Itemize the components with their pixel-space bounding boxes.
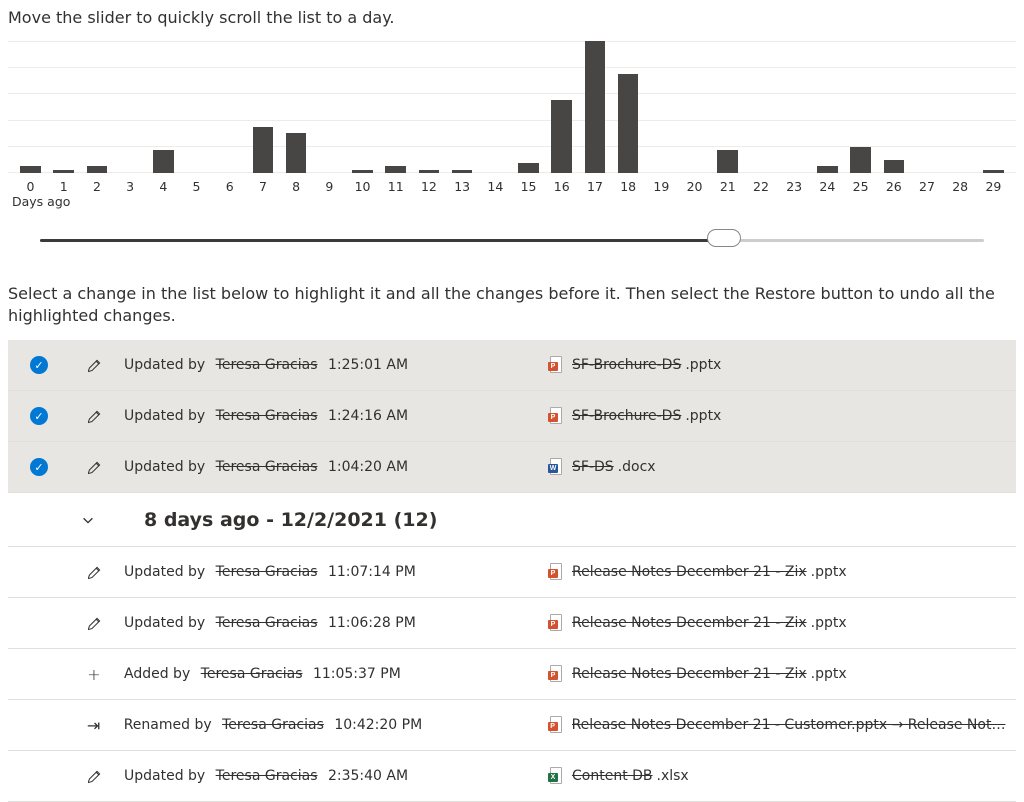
change-row[interactable]: Updated by Teresa Gracias 11:07:14 PM P … bbox=[8, 547, 1016, 598]
file-name: Release Notes December 21 - Customer.ppt… bbox=[572, 717, 1008, 733]
file-name: Content DB.xlsx bbox=[572, 768, 1008, 784]
add-icon: + bbox=[67, 665, 121, 684]
powerpoint-icon: P bbox=[548, 716, 564, 734]
powerpoint-icon: P bbox=[548, 665, 564, 683]
select-checkbox[interactable] bbox=[30, 407, 64, 425]
powerpoint-icon: P bbox=[548, 614, 564, 632]
select-checkbox[interactable] bbox=[30, 356, 64, 374]
change-row[interactable]: Updated by Teresa Gracias 11:06:28 PM P … bbox=[8, 598, 1016, 649]
file-name: SF-Brochure-DS.pptx bbox=[572, 357, 1008, 373]
file-name: SF-DS.docx bbox=[572, 459, 1008, 475]
changes-list-group: Updated by Teresa Gracias 11:07:14 PM P … bbox=[8, 547, 1016, 802]
pencil-icon bbox=[67, 615, 121, 632]
change-description: Updated by Teresa Gracias 11:07:14 PM bbox=[124, 564, 540, 580]
change-description: Added by Teresa Gracias 11:05:37 PM bbox=[124, 666, 540, 682]
file-name: Release Notes December 21 - Zix.pptx bbox=[572, 666, 1008, 682]
pencil-icon bbox=[67, 459, 121, 476]
change-description: Renamed by Teresa Gracias 10:42:20 PM bbox=[124, 717, 540, 733]
file-name: Release Notes December 21 - Zix.pptx bbox=[572, 615, 1008, 631]
pencil-icon bbox=[67, 564, 121, 581]
slider-thumb[interactable] bbox=[707, 229, 741, 247]
changes-list-selected: Updated by Teresa Gracias 1:25:01 AM P S… bbox=[8, 340, 1016, 493]
list-instruction: Select a change in the list below to hig… bbox=[8, 283, 1016, 326]
change-description: Updated by Teresa Gracias 1:25:01 AM bbox=[124, 357, 540, 373]
group-header[interactable]: 8 days ago - 12/2/2021 (12) bbox=[8, 493, 1016, 547]
activity-bar-chart bbox=[8, 41, 1016, 173]
change-row[interactable]: Updated by Teresa Gracias 1:24:16 AM P S… bbox=[8, 391, 1016, 442]
word-icon: W bbox=[548, 458, 564, 476]
change-row[interactable]: + Added by Teresa Gracias 11:05:37 PM P … bbox=[8, 649, 1016, 700]
change-description: Updated by Teresa Gracias 2:35:40 AM bbox=[124, 768, 540, 784]
rename-icon: ⇥ bbox=[67, 716, 121, 735]
powerpoint-icon: P bbox=[548, 563, 564, 581]
change-row[interactable]: Updated by Teresa Gracias 1:04:20 AM W S… bbox=[8, 442, 1016, 493]
chevron-down-icon[interactable] bbox=[80, 512, 96, 528]
select-checkbox[interactable] bbox=[30, 458, 64, 476]
group-title: 8 days ago - 12/2/2021 (12) bbox=[144, 509, 437, 531]
change-description: Updated by Teresa Gracias 11:06:28 PM bbox=[124, 615, 540, 631]
change-description: Updated by Teresa Gracias 1:24:16 AM bbox=[124, 408, 540, 424]
change-row[interactable]: ⇥ Renamed by Teresa Gracias 10:42:20 PM … bbox=[8, 700, 1016, 751]
pencil-icon bbox=[67, 357, 121, 374]
file-name: SF-Brochure-DS.pptx bbox=[572, 408, 1008, 424]
day-slider[interactable] bbox=[40, 229, 984, 253]
powerpoint-icon: P bbox=[548, 407, 564, 425]
change-row[interactable]: Updated by Teresa Gracias 2:35:40 AM X C… bbox=[8, 751, 1016, 802]
excel-icon: X bbox=[548, 767, 564, 785]
change-description: Updated by Teresa Gracias 1:04:20 AM bbox=[124, 459, 540, 475]
powerpoint-icon: P bbox=[548, 356, 564, 374]
slider-instruction: Move the slider to quickly scroll the li… bbox=[8, 8, 1016, 27]
chart-x-axis: 2928272625242322212019181716151413121110… bbox=[8, 173, 1016, 194]
change-row[interactable]: Updated by Teresa Gracias 1:25:01 AM P S… bbox=[8, 340, 1016, 391]
pencil-icon bbox=[67, 408, 121, 425]
file-name: Release Notes December 21 - Zix.pptx bbox=[572, 564, 1008, 580]
pencil-icon bbox=[67, 768, 121, 785]
chart-axis-label: Days ago bbox=[8, 194, 1016, 219]
